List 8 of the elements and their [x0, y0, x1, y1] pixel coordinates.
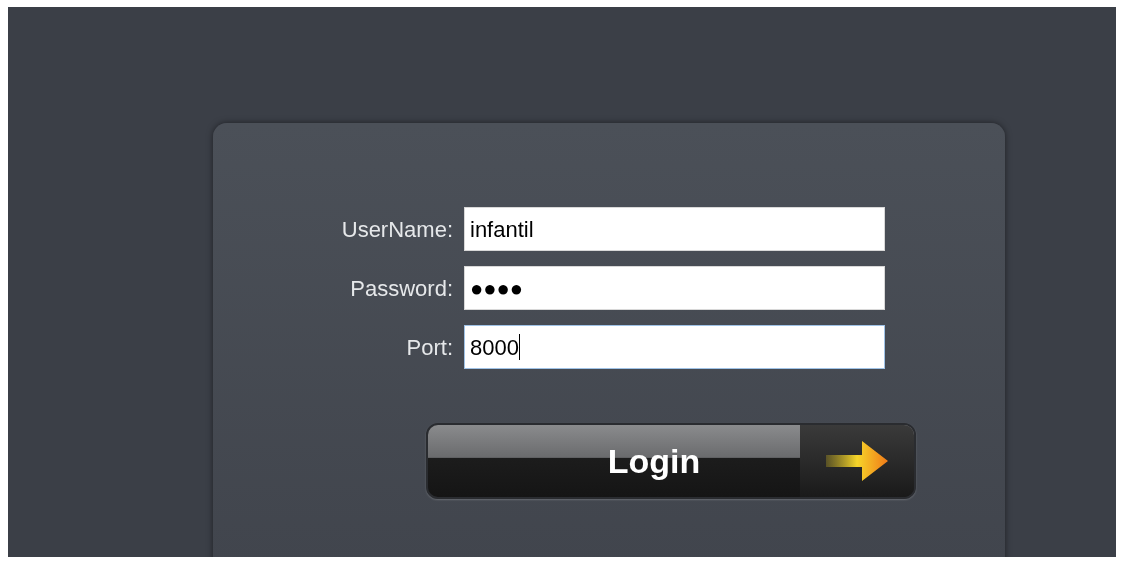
login-button[interactable]: Login — [426, 423, 916, 499]
input-field[interactable]: 8000 — [464, 325, 885, 369]
field-label: UserName: — [340, 215, 454, 244]
field-label: Password: — [349, 274, 454, 303]
input-field[interactable]: infantil — [464, 207, 885, 251]
arrow-right-icon — [824, 439, 890, 483]
input-field[interactable]: ●●●● — [464, 266, 885, 310]
field-label: Port: — [405, 333, 454, 362]
